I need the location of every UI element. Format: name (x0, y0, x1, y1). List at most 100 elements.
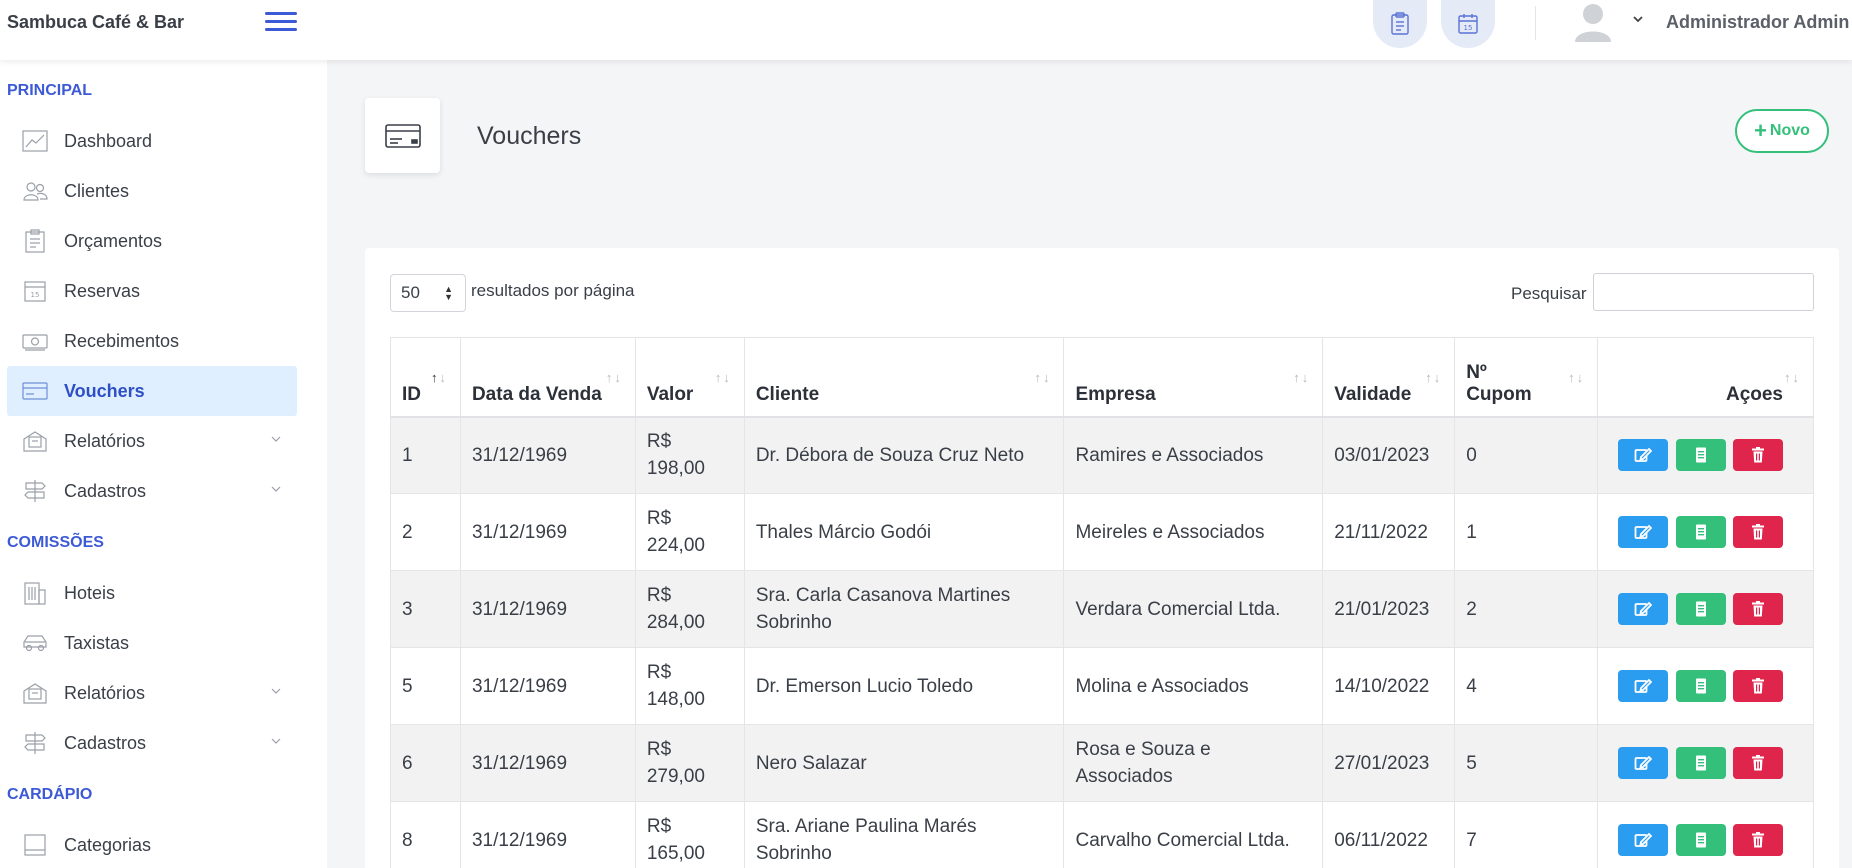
sidebar-item-label: Recebimentos (64, 330, 180, 351)
credit-card-icon (21, 378, 49, 404)
cell-value: R$ 224,00 (634, 493, 745, 571)
users-icon (21, 178, 49, 204)
sidebar-item-label: Vouchers (64, 380, 145, 401)
receipt-button[interactable] (1675, 670, 1726, 702)
cell-actions (1597, 416, 1814, 494)
search-label: Pesquisar (1511, 284, 1587, 303)
avatar[interactable] (1568, 0, 1618, 42)
sidebar-item-taxistas[interactable]: Taxistas (7, 618, 297, 668)
edit-button[interactable] (1618, 439, 1669, 472)
cell-validity: 27/01/2023 (1322, 724, 1456, 802)
delete-button[interactable] (1733, 670, 1783, 702)
edit-button[interactable] (1618, 824, 1669, 856)
delete-button[interactable] (1733, 593, 1783, 625)
column-header-validade[interactable]: Validade ↑↓ (1322, 337, 1456, 418)
cell-validity: 03/01/2023 (1322, 416, 1456, 494)
edit-button[interactable] (1618, 516, 1669, 548)
edit-button[interactable] (1618, 593, 1669, 625)
sidebar-item-label: Reservas (64, 280, 141, 301)
delete-button[interactable] (1733, 439, 1783, 472)
calendar-icon: 15 (1458, 14, 1478, 34)
new-voucher-button[interactable]: + Novo (1735, 109, 1829, 153)
cell-client: Dr. Débora de Souza Cruz Neto (743, 416, 1065, 494)
cell-company: Verdara Comercial Ltda. (1063, 570, 1324, 648)
cell-id: 8 (390, 801, 461, 868)
receipt-button[interactable] (1675, 516, 1726, 548)
column-header-data-venda[interactable]: Data da Venda ↑↓ (459, 337, 636, 418)
sidebar-item-label: Categorias (64, 834, 152, 855)
sidebar-item-hoteis[interactable]: Hoteis (7, 568, 297, 618)
cell-date: 31/12/1969 (459, 724, 636, 802)
sort-icon: ↑↓ (1425, 370, 1443, 385)
cell-coupon: 1 (1454, 493, 1599, 571)
receipt-button[interactable] (1675, 593, 1726, 625)
cell-coupon: 5 (1454, 724, 1599, 802)
edit-button[interactable] (1618, 670, 1669, 702)
cell-value: R$ 148,00 (634, 647, 745, 725)
report-icon (21, 428, 49, 454)
sidebar-section-cardapio: CARDÁPIO (7, 786, 93, 803)
sidebar-item-cadastros-comissoes[interactable]: Cadastros (7, 718, 297, 768)
column-header-valor[interactable]: Valor ↑↓ (634, 337, 745, 418)
top-bar: Sambuca Café & Bar 15 Administrador Admi… (0, 0, 1852, 60)
menu-toggle-button[interactable] (265, 12, 297, 34)
trash-icon (1752, 447, 1764, 463)
user-menu-chevron-icon[interactable] (1632, 12, 1644, 27)
sidebar-section-comissoes: COMISSÕES (7, 534, 104, 551)
edit-icon (1635, 832, 1653, 847)
cell-value: R$ 198,00 (634, 416, 745, 494)
sidebar-item-orcamentos[interactable]: Orçamentos (7, 216, 297, 266)
sidebar-item-relatorios-comissoes[interactable]: Relatórios (7, 668, 297, 718)
column-header-cupom[interactable]: Nº Cupom ↑↓ (1454, 337, 1599, 418)
cell-date: 31/12/1969 (459, 570, 636, 648)
sidebar-item-clientes[interactable]: Clientes (7, 166, 297, 216)
sidebar-item-cadastros[interactable]: Cadastros (7, 466, 297, 516)
sort-icon: ↑↓ (1784, 370, 1801, 385)
column-header-cliente[interactable]: Cliente ↑↓ (743, 337, 1065, 418)
sidebar-item-relatorios[interactable]: Relatórios (7, 416, 297, 466)
receipt-button[interactable] (1675, 439, 1726, 472)
cell-company: Ramires e Associados (1063, 416, 1324, 494)
cell-coupon: 0 (1454, 416, 1599, 494)
delete-button[interactable] (1733, 516, 1783, 548)
select-arrows-icon: ▲ ▼ (444, 284, 453, 302)
delete-button[interactable] (1733, 747, 1783, 779)
sidebar-item-dashboard[interactable]: Dashboard (7, 116, 297, 166)
search-input[interactable] (1593, 273, 1814, 311)
edit-icon (1635, 524, 1653, 539)
clipboard-button[interactable] (1373, 0, 1427, 48)
sidebar-item-label: Relatórios (64, 682, 146, 703)
column-header-acoes[interactable]: Açoes ↑↓ (1597, 337, 1814, 418)
sidebar-item-label: Cadastros (64, 732, 147, 753)
car-icon (21, 630, 49, 656)
receipt-button[interactable] (1675, 747, 1726, 779)
signpost-icon (21, 478, 49, 504)
chevron-down-icon (271, 688, 281, 694)
clipboard-icon (21, 228, 49, 254)
credit-card-icon (384, 123, 421, 148)
page-length-value: 50 (401, 283, 420, 302)
edit-button[interactable] (1618, 747, 1669, 779)
edit-icon (1635, 447, 1653, 463)
signpost-icon (21, 730, 49, 756)
sidebar-item-categorias[interactable]: Categorias (7, 820, 297, 868)
calendar-button[interactable]: 15 (1441, 0, 1495, 48)
cell-actions (1597, 647, 1814, 725)
receipt-button[interactable] (1675, 824, 1726, 856)
chevron-down-icon (271, 486, 281, 492)
app-title[interactable]: Sambuca Café & Bar (7, 12, 184, 33)
column-header-empresa[interactable]: Empresa ↑↓ (1063, 337, 1324, 418)
column-header-id[interactable]: ID ↑↓ (390, 337, 461, 418)
cell-date: 31/12/1969 (459, 801, 636, 868)
table-row: 1 31/12/1969 R$ 198,00 Dr. Débora de Souza … (390, 416, 1814, 494)
sidebar-item-reservas[interactable]: 15 Reservas (7, 266, 297, 316)
delete-button[interactable] (1733, 824, 1783, 856)
user-name[interactable]: Administrador Admin (1666, 12, 1849, 33)
trash-icon (1752, 601, 1764, 617)
page-length-select[interactable]: 50 ▲ ▼ (390, 274, 466, 312)
sidebar-item-recebimentos[interactable]: Recebimentos (7, 316, 297, 366)
sidebar-item-vouchers[interactable]: Vouchers (7, 366, 297, 416)
cell-validity: 06/11/2022 (1322, 801, 1456, 868)
sidebar-section-principal: PRINCIPAL (7, 82, 93, 99)
sort-icon: ↑↓ (1293, 370, 1311, 385)
